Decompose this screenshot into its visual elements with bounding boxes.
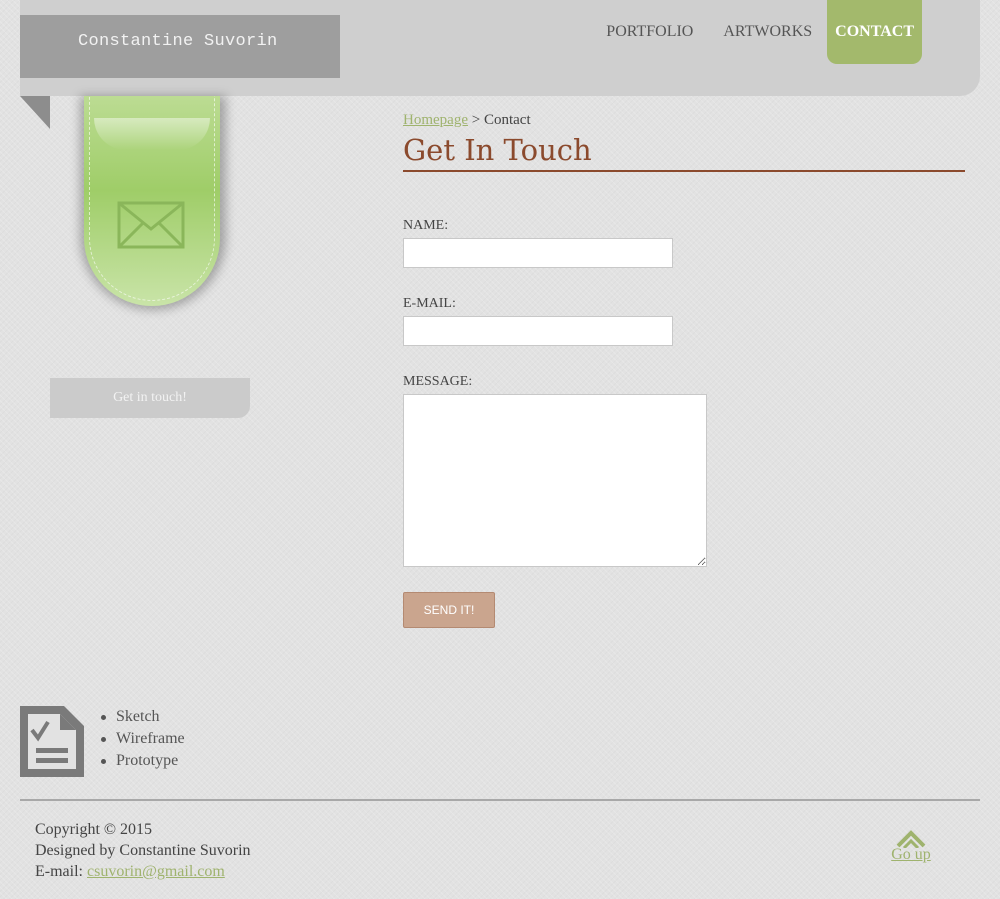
message-label: MESSAGE: bbox=[403, 374, 473, 389]
list-item: Wireframe bbox=[101, 728, 185, 750]
get-in-touch-button[interactable]: Get in touch! bbox=[50, 378, 250, 418]
ribbon-stitch bbox=[89, 96, 215, 301]
breadcrumb: Homepage > Contact bbox=[403, 112, 965, 129]
nav-item-contact[interactable]: CONTACT bbox=[827, 0, 922, 64]
header: Constantine Suvorin PORTFOLIO ARTWORKS C… bbox=[20, 0, 980, 96]
breadcrumb-separator: > bbox=[471, 112, 481, 128]
list-item: Sketch bbox=[101, 706, 185, 728]
chevron-up-icon bbox=[896, 830, 926, 848]
go-up-button[interactable]: Go up bbox=[886, 828, 936, 864]
email-label: E-MAIL: bbox=[403, 296, 456, 311]
go-up-label[interactable]: Go up bbox=[886, 846, 936, 864]
footer-email-line: E-mail: csuvorin@gmail.com bbox=[35, 861, 251, 882]
contact-form: NAME: E-MAIL: MESSAGE: SEND IT! bbox=[403, 218, 965, 628]
message-textarea[interactable] bbox=[403, 394, 707, 567]
main-content: Homepage > Contact Get In Touch NAME: E-… bbox=[403, 110, 965, 628]
send-button[interactable]: SEND IT! bbox=[403, 592, 495, 628]
site-title-box: Constantine Suvorin bbox=[20, 15, 340, 78]
contact-ribbon bbox=[84, 96, 220, 306]
envelope-icon bbox=[117, 201, 185, 249]
site-title[interactable]: Constantine Suvorin bbox=[78, 32, 278, 51]
email-input[interactable] bbox=[403, 316, 673, 346]
copyright-text: Copyright © 2015 bbox=[35, 821, 153, 838]
breadcrumb-home-link[interactable]: Homepage bbox=[403, 112, 468, 128]
designed-by-text: Designed by Constantine Suvorin bbox=[35, 842, 251, 859]
document-checklist-icon bbox=[20, 706, 84, 777]
footer: Copyright © 2015 Designed by Constantine… bbox=[35, 819, 251, 882]
footer-divider bbox=[20, 799, 980, 801]
process-list: Sketch Wireframe Prototype bbox=[101, 706, 185, 772]
header-fold-corner bbox=[20, 96, 50, 129]
nav-item-portfolio[interactable]: PORTFOLIO bbox=[591, 0, 708, 64]
page-title: Get In Touch bbox=[403, 130, 965, 172]
nav-item-artworks[interactable]: ARTWORKS bbox=[708, 0, 827, 64]
email-prefix: E-mail: bbox=[35, 863, 83, 880]
name-input[interactable] bbox=[403, 238, 673, 268]
email-link[interactable]: csuvorin@gmail.com bbox=[87, 863, 225, 880]
name-label: NAME: bbox=[403, 218, 449, 233]
main-nav: PORTFOLIO ARTWORKS CONTACT bbox=[591, 0, 922, 64]
breadcrumb-current: Contact bbox=[483, 112, 531, 128]
list-item: Prototype bbox=[101, 750, 185, 772]
